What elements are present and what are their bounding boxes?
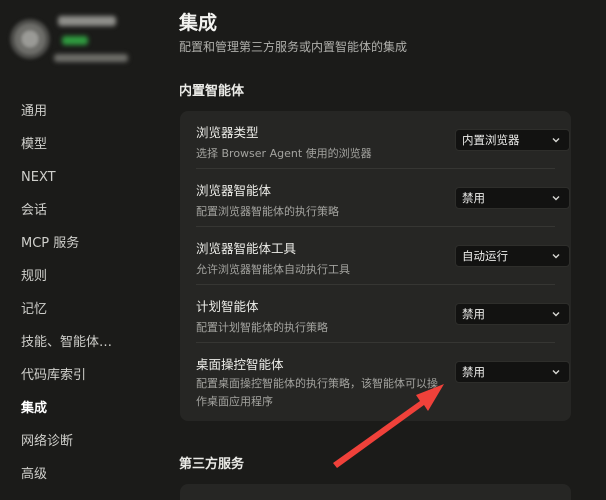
third-party-services-heading: 第三方服务 <box>179 457 245 472</box>
setting-description: 配置桌面操控智能体的执行策略，该智能体可以操作桌面应用程序 <box>196 377 438 408</box>
settings-nav: 通用 模型 NEXT 会话 MCP 服务 规则 记忆 技能、智能体… 代码库索引… <box>0 95 160 491</box>
setting-label: 计划智能体 <box>196 299 259 314</box>
sidebar-item-memory[interactable]: 记忆 <box>0 293 160 326</box>
avatar <box>10 19 50 59</box>
blurred-plan-badge <box>62 36 88 45</box>
sidebar-item-models[interactable]: 模型 <box>0 128 160 161</box>
sidebar-item-network-diagnostics[interactable]: 网络诊断 <box>0 425 160 458</box>
chevron-down-icon <box>552 196 560 201</box>
setting-label: 浏览器类型 <box>196 125 259 140</box>
setting-row-browser-agent: 浏览器智能体 配置浏览器智能体的执行策略 禁用 <box>196 169 570 227</box>
page-title: 集成 <box>179 12 218 34</box>
setting-description: 配置计划智能体的执行策略 <box>196 321 328 334</box>
chevron-down-icon <box>552 138 560 143</box>
browser-agent-tools-select[interactable]: 自动运行 <box>455 245 570 267</box>
sidebar-item-next[interactable]: NEXT <box>0 161 160 194</box>
setting-label: 桌面操控智能体 <box>196 357 284 372</box>
sidebar-item-codebase-index[interactable]: 代码库索引 <box>0 359 160 392</box>
chevron-down-icon <box>552 254 560 259</box>
setting-description: 选择 Browser Agent 使用的浏览器 <box>196 147 372 160</box>
chevron-down-icon <box>552 312 560 317</box>
setting-label: 浏览器智能体工具 <box>196 241 297 256</box>
user-profile[interactable] <box>10 14 150 74</box>
setting-row-plan-agent: 计划智能体 配置计划智能体的执行策略 禁用 <box>196 285 570 343</box>
setting-label: 浏览器智能体 <box>196 183 272 198</box>
sidebar-item-skills[interactable]: 技能、智能体… <box>0 326 160 359</box>
sidebar-item-mcp[interactable]: MCP 服务 <box>0 227 160 260</box>
sidebar-item-advanced[interactable]: 高级 <box>0 458 160 491</box>
blurred-email <box>54 54 128 62</box>
sidebar-item-general[interactable]: 通用 <box>0 95 160 128</box>
select-value: 禁用 <box>462 307 485 321</box>
settings-window: 通用 模型 NEXT 会话 MCP 服务 规则 记忆 技能、智能体… 代码库索引… <box>0 0 606 500</box>
setting-description: 允许浏览器智能体自动执行工具 <box>196 263 350 276</box>
sidebar-item-rules[interactable]: 规则 <box>0 260 160 293</box>
builtin-agents-heading: 内置智能体 <box>179 84 245 99</box>
setting-description: 配置浏览器智能体的执行策略 <box>196 205 339 218</box>
setting-row-browser-agent-tools: 浏览器智能体工具 允许浏览器智能体自动执行工具 自动运行 <box>196 227 570 285</box>
select-value: 自动运行 <box>462 249 508 263</box>
main-panel: 集成 配置和管理第三方服务或内置智能体的集成 内置智能体 浏览器类型 选择 Br… <box>160 0 606 500</box>
sidebar-item-integrations[interactable]: 集成 <box>0 392 160 425</box>
sidebar: 通用 模型 NEXT 会话 MCP 服务 规则 记忆 技能、智能体… 代码库索引… <box>0 0 160 500</box>
select-value: 内置浏览器 <box>462 133 520 147</box>
chevron-down-icon <box>552 370 560 375</box>
select-value: 禁用 <box>462 191 485 205</box>
setting-row-desktop-control-agent: 桌面操控智能体 配置桌面操控智能体的执行策略，该智能体可以操作桌面应用程序 禁用 <box>196 343 570 421</box>
plan-agent-select[interactable]: 禁用 <box>455 303 570 325</box>
sidebar-item-sessions[interactable]: 会话 <box>0 194 160 227</box>
blurred-username <box>58 16 116 26</box>
browser-type-select[interactable]: 内置浏览器 <box>455 129 570 151</box>
page-subtitle: 配置和管理第三方服务或内置智能体的集成 <box>179 40 408 54</box>
browser-agent-select[interactable]: 禁用 <box>455 187 570 209</box>
setting-row-browser-type: 浏览器类型 选择 Browser Agent 使用的浏览器 内置浏览器 <box>196 111 570 169</box>
desktop-control-agent-select[interactable]: 禁用 <box>455 361 570 383</box>
third-party-services-card <box>180 484 571 500</box>
select-value: 禁用 <box>462 365 485 379</box>
builtin-agents-card: 浏览器类型 选择 Browser Agent 使用的浏览器 内置浏览器 浏览器智… <box>180 111 571 421</box>
